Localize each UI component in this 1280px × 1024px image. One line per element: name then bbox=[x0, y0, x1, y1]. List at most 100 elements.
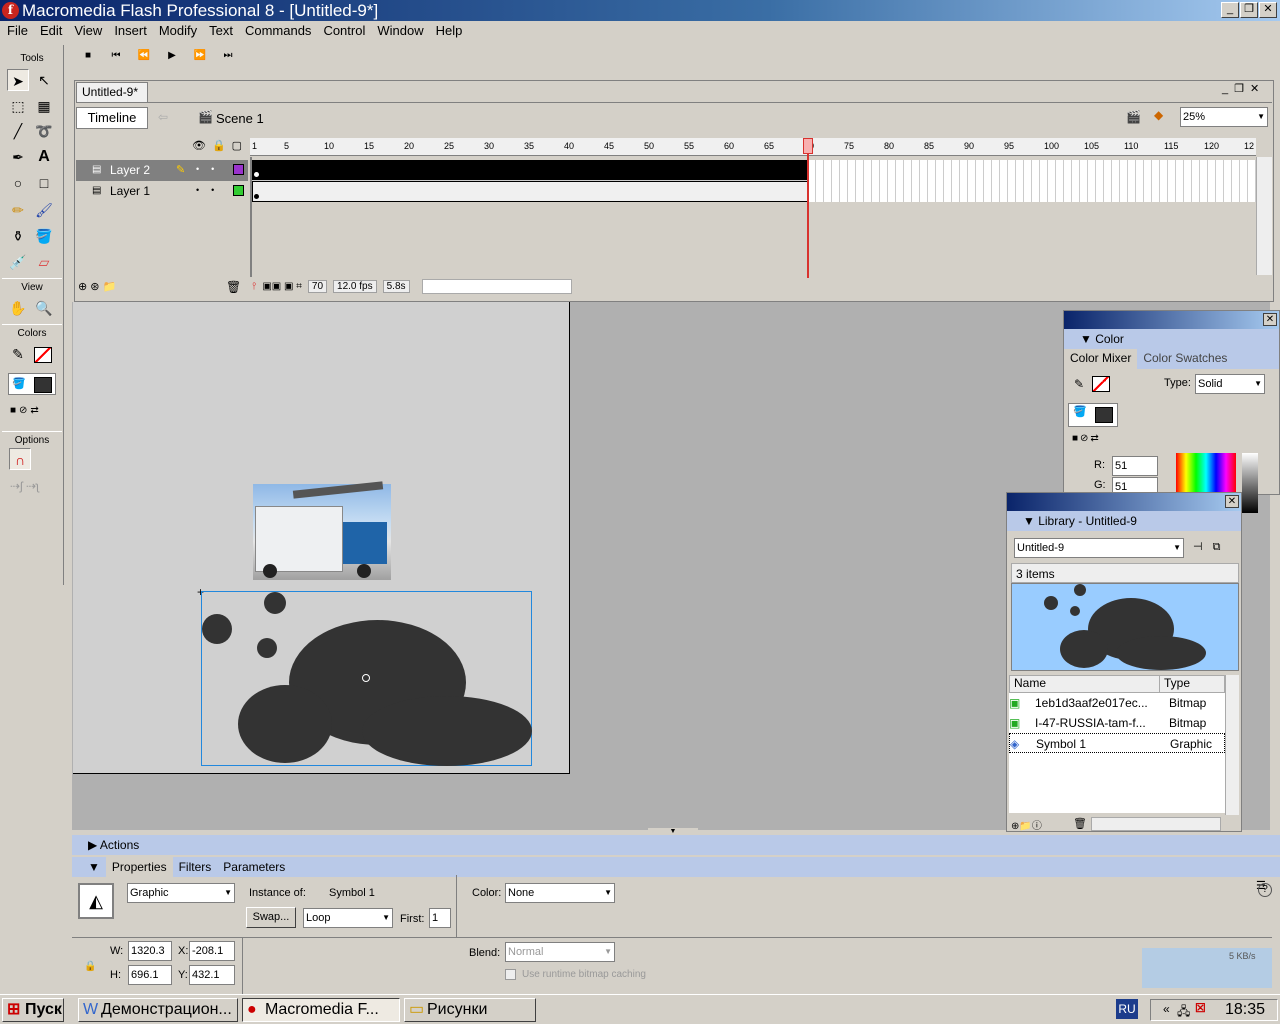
antivirus-tray-icon[interactable]: ☒ bbox=[1195, 1001, 1206, 1015]
blend-select[interactable]: Normal bbox=[505, 942, 615, 962]
stroke-color-icon[interactable]: ✎ bbox=[7, 343, 29, 365]
lock-icon[interactable]: 🔒 bbox=[84, 961, 96, 972]
col-name[interactable]: Name bbox=[1010, 676, 1160, 692]
rewind-icon[interactable]: ⏮ bbox=[104, 50, 128, 61]
fill-type-select[interactable]: Solid bbox=[1195, 374, 1265, 394]
tab-filters[interactable]: Filters bbox=[173, 857, 218, 877]
language-indicator[interactable]: RU bbox=[1116, 999, 1138, 1019]
fill-color-swatch[interactable] bbox=[34, 377, 52, 393]
width-input[interactable]: 1320.3 bbox=[128, 941, 172, 961]
library-delete-icon[interactable]: 🗑 bbox=[1073, 817, 1087, 830]
keyframe-dot[interactable] bbox=[254, 194, 259, 199]
close-button[interactable]: ✕ bbox=[1259, 2, 1277, 18]
playhead-handle[interactable] bbox=[803, 138, 813, 154]
gradient-transform-icon[interactable]: ▦ bbox=[33, 95, 55, 117]
library-doc-select[interactable]: Untitled-9 bbox=[1014, 538, 1184, 558]
keyframe-dot[interactable] bbox=[254, 172, 259, 177]
tray-expand-icon[interactable]: « bbox=[1163, 1002, 1170, 1016]
properties-collapse-icon[interactable]: ▼ bbox=[88, 857, 100, 877]
pencil-tool-icon[interactable]: ✏ bbox=[7, 199, 29, 221]
tab-color-swatches[interactable]: Color Swatches bbox=[1137, 349, 1233, 369]
loop-select[interactable]: Loop bbox=[303, 908, 393, 928]
mixer-stroke-swatch[interactable] bbox=[1092, 376, 1110, 392]
actions-bar[interactable]: ▶ Actions bbox=[72, 835, 1280, 855]
library-close-icon[interactable]: ✕ bbox=[1225, 495, 1239, 508]
step-forward-icon[interactable]: ⏩ bbox=[188, 50, 212, 61]
layer-color-swatch[interactable] bbox=[233, 164, 244, 175]
empty-frames[interactable] bbox=[808, 160, 1258, 202]
layer-dots[interactable]: •• bbox=[196, 164, 226, 174]
color-spectrum[interactable] bbox=[1176, 453, 1236, 493]
start-button[interactable]: ⊞ Пуск bbox=[2, 998, 64, 1022]
brush-tool-icon[interactable]: 🖌 bbox=[33, 199, 55, 221]
eyedropper-icon[interactable]: 💉 bbox=[7, 251, 29, 273]
edit-symbols-icon[interactable]: ◆ bbox=[1154, 108, 1163, 122]
swap-button[interactable]: Swap... bbox=[246, 907, 296, 928]
pen-tool-icon[interactable]: ✒ bbox=[7, 146, 29, 168]
doc-window-controls[interactable]: _❐✕ bbox=[1222, 82, 1265, 95]
list-item[interactable]: ▣ I-47-RUSSIA-tam-f... Bitmap bbox=[1009, 713, 1225, 733]
restore-button[interactable]: ❐ bbox=[1240, 2, 1258, 18]
library-vscroll[interactable] bbox=[1225, 675, 1239, 815]
hand-tool-icon[interactable]: ✋ bbox=[7, 297, 29, 319]
task-word[interactable]: W Демонстрацион... bbox=[78, 998, 238, 1022]
delete-layer-icon[interactable]: 🗑 bbox=[226, 280, 241, 294]
y-input[interactable]: 432.1 bbox=[189, 965, 235, 985]
minimize-button[interactable]: _ bbox=[1221, 2, 1239, 18]
symbol-behavior-select[interactable]: Graphic bbox=[127, 883, 235, 903]
library-footer-icons[interactable]: ⊕📁ⓘ bbox=[1011, 817, 1042, 832]
playhead[interactable] bbox=[807, 138, 809, 278]
document-tab[interactable]: Untitled-9* bbox=[76, 82, 148, 102]
col-type[interactable]: Type bbox=[1160, 676, 1190, 692]
menu-text[interactable]: Text bbox=[204, 21, 240, 41]
arrow-tool-icon[interactable]: ➤ bbox=[7, 69, 29, 91]
color-swap-icons[interactable]: ■⊘⇄ bbox=[10, 405, 42, 416]
text-tool-icon[interactable]: A bbox=[33, 146, 55, 168]
menu-insert[interactable]: Insert bbox=[109, 21, 154, 41]
edit-scene-icon[interactable]: 🎬 bbox=[1126, 110, 1141, 124]
add-layer-icons[interactable]: ⊕ ⊛ 📁 bbox=[78, 280, 116, 293]
list-item[interactable]: ◈ Symbol 1 Graphic bbox=[1009, 733, 1225, 753]
menu-edit[interactable]: Edit bbox=[35, 21, 69, 41]
first-frame-input[interactable]: 1 bbox=[429, 908, 451, 928]
paint-bucket-icon[interactable]: 🪣 bbox=[33, 225, 55, 247]
ink-bottle-icon[interactable]: ⚱ bbox=[7, 225, 29, 247]
r-input[interactable]: 51 bbox=[1112, 456, 1158, 476]
eraser-tool-icon[interactable]: ▱ bbox=[33, 251, 55, 273]
tab-color-mixer[interactable]: Color Mixer bbox=[1064, 349, 1138, 369]
library-title-bar[interactable]: ▼ Library - Untitled-9 bbox=[1007, 511, 1241, 531]
list-item[interactable]: ▣ 1eb1d3aaf2e017ec... Bitmap bbox=[1009, 693, 1225, 713]
task-folder[interactable]: ▭ Рисунки bbox=[404, 998, 536, 1022]
menu-view[interactable]: View bbox=[69, 21, 109, 41]
step-back-icon[interactable]: ⏪ bbox=[132, 50, 156, 61]
onion-skin-icons[interactable]: ▣▣ ▣ ⌗ bbox=[262, 281, 302, 292]
menu-modify[interactable]: Modify bbox=[154, 21, 204, 41]
menu-control[interactable]: Control bbox=[318, 21, 372, 41]
truck-bitmap[interactable] bbox=[253, 481, 391, 580]
tab-properties[interactable]: Properties bbox=[105, 857, 173, 877]
lasso-tool-icon[interactable]: ➰ bbox=[33, 120, 55, 142]
task-flash[interactable]: ● Macromedia F... bbox=[242, 998, 400, 1022]
zoom-tool-icon[interactable]: 🔍 bbox=[33, 297, 55, 319]
stop-icon[interactable]: ■ bbox=[76, 50, 100, 61]
pin-library-icons[interactable]: ⊣⧉ bbox=[1193, 540, 1230, 554]
layer-dots[interactable]: •• bbox=[196, 185, 226, 195]
subselect-tool-icon[interactable]: ↖ bbox=[33, 69, 55, 91]
zoom-select[interactable]: 25% bbox=[1180, 107, 1268, 127]
stroke-color-swatch[interactable] bbox=[34, 347, 52, 363]
mixer-fill-well[interactable]: 🪣 bbox=[1068, 403, 1118, 427]
mixer-swap-icons[interactable]: ■⊘⇄ bbox=[1072, 433, 1101, 444]
layer-header-icons[interactable]: 👁🔒▢ bbox=[192, 139, 248, 152]
timeline-toggle-button[interactable]: Timeline bbox=[76, 107, 148, 129]
color-close-icon[interactable]: ✕ bbox=[1263, 313, 1277, 326]
network-tray-icon[interactable]: 🖧 bbox=[1177, 1002, 1190, 1023]
play-icon[interactable]: ▶ bbox=[160, 50, 184, 61]
layer-color-swatch[interactable] bbox=[233, 185, 244, 196]
line-tool-icon[interactable]: ╱ bbox=[7, 120, 29, 142]
free-transform-icon[interactable]: ⬚ bbox=[7, 95, 29, 117]
go-to-end-icon[interactable]: ⏭ bbox=[216, 50, 240, 61]
height-input[interactable]: 696.1 bbox=[128, 965, 172, 985]
bitmap-cache-checkbox[interactable] bbox=[505, 969, 516, 980]
menu-help[interactable]: Help bbox=[431, 21, 470, 41]
snap-magnet-icon[interactable]: ∩ bbox=[9, 448, 31, 470]
